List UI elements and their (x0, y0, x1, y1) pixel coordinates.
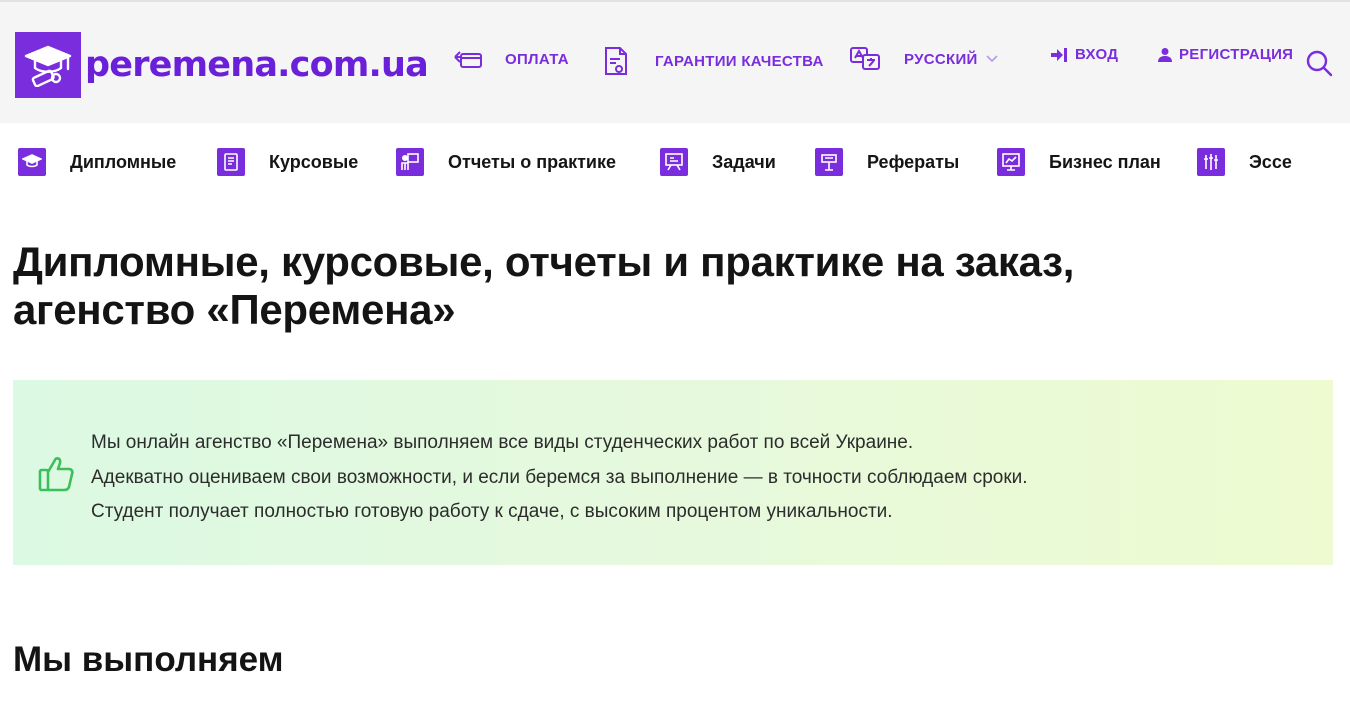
search-icon[interactable] (1305, 49, 1333, 77)
nav-register-label: РЕГИСТРАЦИЯ (1179, 46, 1294, 63)
nav-login-label: ВХОД (1075, 46, 1119, 63)
category-label: Задачи (712, 151, 776, 172)
payment-icon (452, 46, 484, 72)
section-title: Мы выполняем (13, 640, 284, 679)
category-essay[interactable]: Эссе (1197, 146, 1292, 178)
category-diploma[interactable]: Дипломные (18, 146, 176, 178)
certificate-icon (603, 46, 629, 76)
board-icon (660, 148, 688, 176)
presenter-icon (396, 148, 424, 176)
info-line: Адекватно оцениваем свои возможности, и … (91, 466, 1028, 488)
category-label: Отчеты о практике (448, 151, 617, 172)
page-title-line: Дипломные, курсовые, отчеты и практике н… (13, 238, 1075, 285)
nav-quality-label: ГАРАНТИИ КАЧЕСТВА (655, 52, 824, 70)
site-header: peremena.com.ua ОПЛАТА ГАРАНТИИ КАЧЕСТВА (0, 0, 1350, 123)
category-coursework[interactable]: Курсовые (217, 146, 358, 178)
translate-icon (849, 46, 881, 72)
category-label: Рефераты (867, 151, 960, 172)
lectern-icon (815, 148, 843, 176)
logo-text: peremena.com.ua (85, 44, 429, 85)
nav-quality[interactable]: ГАРАНТИИ КАЧЕСТВА (603, 46, 824, 76)
chart-board-icon (997, 148, 1025, 176)
category-practice-reports[interactable]: Отчеты о практике (396, 146, 616, 178)
user-icon (1157, 47, 1173, 63)
info-box: Мы онлайн агенство «Перемена» выполняем … (13, 380, 1333, 565)
page-title-line: агенство «Перемена» (13, 286, 456, 333)
book-icon (217, 148, 245, 176)
nav-login[interactable]: ВХОД (1050, 46, 1118, 63)
info-line: Студент получает полностью готовую работ… (91, 501, 893, 522)
logo-link[interactable]: peremena.com.ua (15, 32, 429, 98)
info-text: Мы онлайн агенство «Перемена» выполняем … (91, 426, 1028, 530)
category-label: Эссе (1249, 151, 1292, 172)
category-business-plan[interactable]: Бизнес план (997, 146, 1161, 178)
nav-language[interactable]: РУССКИЙ (849, 46, 998, 72)
category-label: Курсовые (269, 151, 359, 172)
info-line: Мы онлайн агенство «Перемена» выполняем … (91, 432, 914, 453)
category-abstracts[interactable]: Рефераты (815, 146, 959, 178)
category-label: Дипломные (70, 151, 177, 172)
page-title: Дипломные, курсовые, отчеты и практике н… (13, 238, 1313, 334)
chevron-down-icon (986, 55, 998, 63)
pens-icon (1197, 148, 1225, 176)
nav-payment[interactable]: ОПЛАТА (452, 46, 569, 72)
graduation-cap-icon (15, 32, 81, 98)
nav-register[interactable]: РЕГИСТРАЦИЯ (1157, 46, 1293, 63)
nav-payment-label: ОПЛАТА (505, 50, 569, 68)
thumbs-up-icon (37, 454, 77, 494)
sign-in-icon (1050, 47, 1068, 63)
nav-language-label: РУССКИЙ (904, 50, 978, 68)
category-tasks[interactable]: Задачи (660, 146, 776, 178)
category-label: Бизнес план (1049, 151, 1161, 172)
graduation-cap-icon (18, 148, 46, 176)
